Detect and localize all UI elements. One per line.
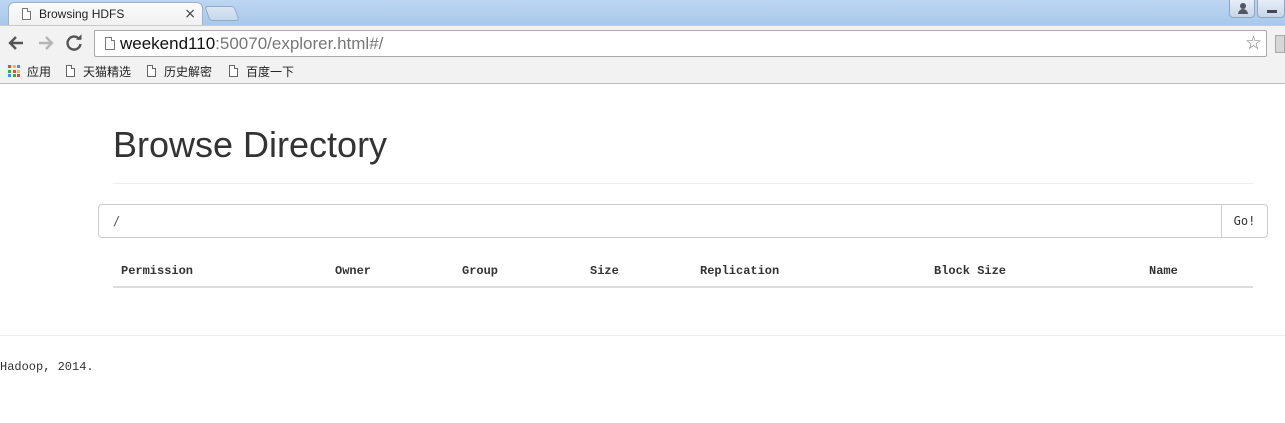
page-icon [66,65,75,77]
page-icon [22,8,31,20]
bookmark-star-icon[interactable]: ☆ [1245,32,1262,54]
apps-dot [8,74,11,77]
column-header-replication[interactable]: Replication [692,264,926,288]
page-title: Browse Directory [113,124,388,165]
page-content: Browse Directory Go! Permission Owner Gr… [0,84,1285,423]
close-icon[interactable]: × [184,6,196,22]
apps-dot [17,65,20,68]
apps-dot [17,69,20,73]
table-header-row: Permission Owner Group Size Replication … [113,264,1253,288]
bookmark-apps[interactable]: 应用 [8,62,51,80]
column-header-size[interactable]: Size [582,264,692,288]
apps-dot [12,65,16,68]
bookmark-label: 应用 [27,64,52,79]
user-icon [1238,3,1248,14]
page-icon [229,65,238,77]
address-bar[interactable]: weekend110:50070/explorer.html#/ ☆ [94,30,1267,57]
apps-dot [8,65,11,68]
bookmark-label: 历史解密 [164,64,213,79]
browser-toolbar: weekend110:50070/explorer.html#/ ☆ [0,25,1285,59]
title-divider [113,183,1253,184]
url-path: :50070/explorer.html#/ [215,34,384,53]
url-host: weekend110 [120,34,216,53]
url-text: weekend110:50070/explorer.html#/ [120,34,383,54]
browser-tab-active[interactable]: Browsing HDFS × [8,2,203,25]
footer-text: Hadoop, 2014. [0,360,94,374]
bookmark-item[interactable]: 百度一下 [229,62,294,80]
tab-title: Browsing HDFS [39,7,125,21]
go-button[interactable]: Go! [1221,204,1268,238]
extension-button[interactable] [1275,35,1285,53]
apps-dot [17,74,20,77]
bookmark-label: 百度一下 [246,64,295,79]
profile-button[interactable] [1229,0,1255,18]
column-header-name[interactable]: Name [1141,264,1253,288]
bookmark-item[interactable]: 天猫精选 [66,62,131,80]
bookmark-label: 天猫精选 [83,64,132,79]
apps-dot [12,69,16,73]
apps-dot [8,69,11,73]
column-header-group[interactable]: Group [454,264,582,288]
minimize-icon [1267,10,1277,13]
minimize-button[interactable] [1257,0,1285,18]
bookmarks-bar: 应用 天猫精选 历史解密 百度一下 [0,59,1285,84]
tab-strip: Browsing HDFS × [0,0,1285,25]
path-form: Go! [98,204,1268,238]
back-arrow-icon[interactable] [6,33,26,53]
column-header-permission[interactable]: Permission [113,264,327,288]
forward-arrow-icon[interactable] [36,33,56,53]
footer-divider [0,335,1285,336]
page-icon [147,65,156,77]
directory-table: Permission Owner Group Size Replication … [113,264,1253,288]
column-header-owner[interactable]: Owner [327,264,454,288]
bookmark-item[interactable]: 历史解密 [147,62,212,80]
page-icon [105,37,115,50]
reload-icon[interactable] [64,33,84,53]
column-header-block-size[interactable]: Block Size [926,264,1141,288]
new-tab-button[interactable] [204,6,240,21]
apps-dot [12,74,16,77]
apps-grid-icon [8,65,20,77]
directory-path-input[interactable] [98,204,1222,238]
